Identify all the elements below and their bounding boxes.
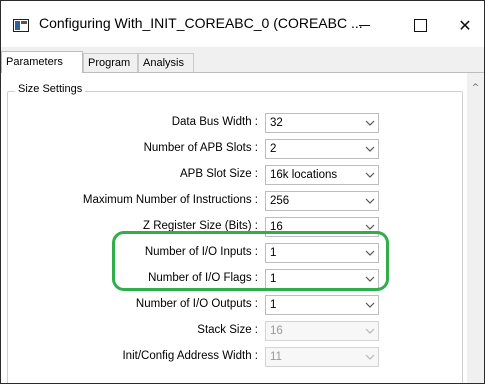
field-dropdown[interactable]: 16 <box>265 217 379 237</box>
field-dropdown[interactable]: 1 <box>265 269 379 289</box>
field-label: Number of APB Slots : <box>143 142 258 154</box>
chevron-down-icon <box>365 249 375 257</box>
field-label: Init/Config Address Width : <box>122 350 258 362</box>
tab-parameters[interactable]: Parameters <box>1 51 83 73</box>
field-dropdown[interactable]: 1 <box>265 243 379 263</box>
field-label: Z Register Size (Bits) : <box>142 220 258 232</box>
field-dropdown[interactable]: 2 <box>265 139 379 159</box>
chevron-down-icon <box>365 223 375 231</box>
chevron-down-icon <box>365 119 375 127</box>
tab-strip: Parameters Program Analysis <box>1 51 484 73</box>
field-label: Number of I/O Inputs : <box>144 246 258 258</box>
parameters-panel: Size Settings Data Bus Width : 32 Number o… <box>1 72 484 383</box>
field-dropdown: 11 <box>265 347 379 367</box>
maximize-button[interactable] <box>400 11 440 39</box>
chevron-down-icon <box>365 197 375 205</box>
close-button[interactable]: ✕ <box>445 11 484 39</box>
field-value: 16 <box>270 221 283 233</box>
field-value: 11 <box>270 351 282 363</box>
field-value: 16 <box>270 325 283 337</box>
chevron-down-icon <box>365 275 375 283</box>
field-label: Data Bus Width : <box>171 116 258 128</box>
scroll-up-arrow-icon[interactable]: ^ <box>467 79 484 96</box>
field-label: APB Slot Size : <box>180 168 258 180</box>
field-dropdown[interactable]: 1 <box>265 295 379 315</box>
title-bar[interactable]: Configuring With_INIT_COREABC_0 (COREABC… <box>1 1 484 47</box>
minimize-icon <box>358 24 370 26</box>
configuration-dialog: Configuring With_INIT_COREABC_0 (COREABC… <box>0 0 485 384</box>
field-value: 16k locations <box>270 169 338 181</box>
chevron-down-icon <box>365 171 375 179</box>
tab-program[interactable]: Program <box>83 53 138 72</box>
close-icon: ✕ <box>458 15 472 35</box>
field-label: Stack Size : <box>197 324 258 336</box>
size-settings-title: Size Settings <box>15 83 86 95</box>
field-value: 1 <box>270 247 277 259</box>
minimize-button[interactable] <box>344 11 384 39</box>
field-dropdown[interactable]: 16k locations <box>265 165 379 185</box>
field-label: Maximum Number of Instructions : <box>82 194 258 206</box>
field-value: 1 <box>270 299 277 311</box>
field-label: Number of I/O Flags : <box>148 272 258 284</box>
chevron-down-icon <box>365 301 375 309</box>
vertical-scrollbar[interactable]: ^ <box>467 73 484 383</box>
maximize-icon <box>413 18 427 32</box>
field-value: 256 <box>270 195 290 207</box>
field-dropdown: 16 <box>265 321 379 341</box>
chevron-down-icon <box>365 353 375 361</box>
chevron-down-icon <box>365 145 375 153</box>
window-title: Configuring With_INIT_COREABC_0 (COREABC… <box>39 15 363 31</box>
chevron-down-icon <box>365 327 375 335</box>
field-dropdown[interactable]: 256 <box>265 191 379 211</box>
field-value: 2 <box>270 143 277 155</box>
field-dropdown[interactable]: 32 <box>265 113 379 133</box>
tab-analysis[interactable]: Analysis <box>138 53 194 72</box>
field-value: 32 <box>270 117 283 129</box>
field-label: Number of I/O Outputs : <box>135 298 258 310</box>
size-settings-group <box>7 91 463 383</box>
field-value: 1 <box>270 273 277 285</box>
app-window-icon <box>13 19 29 32</box>
